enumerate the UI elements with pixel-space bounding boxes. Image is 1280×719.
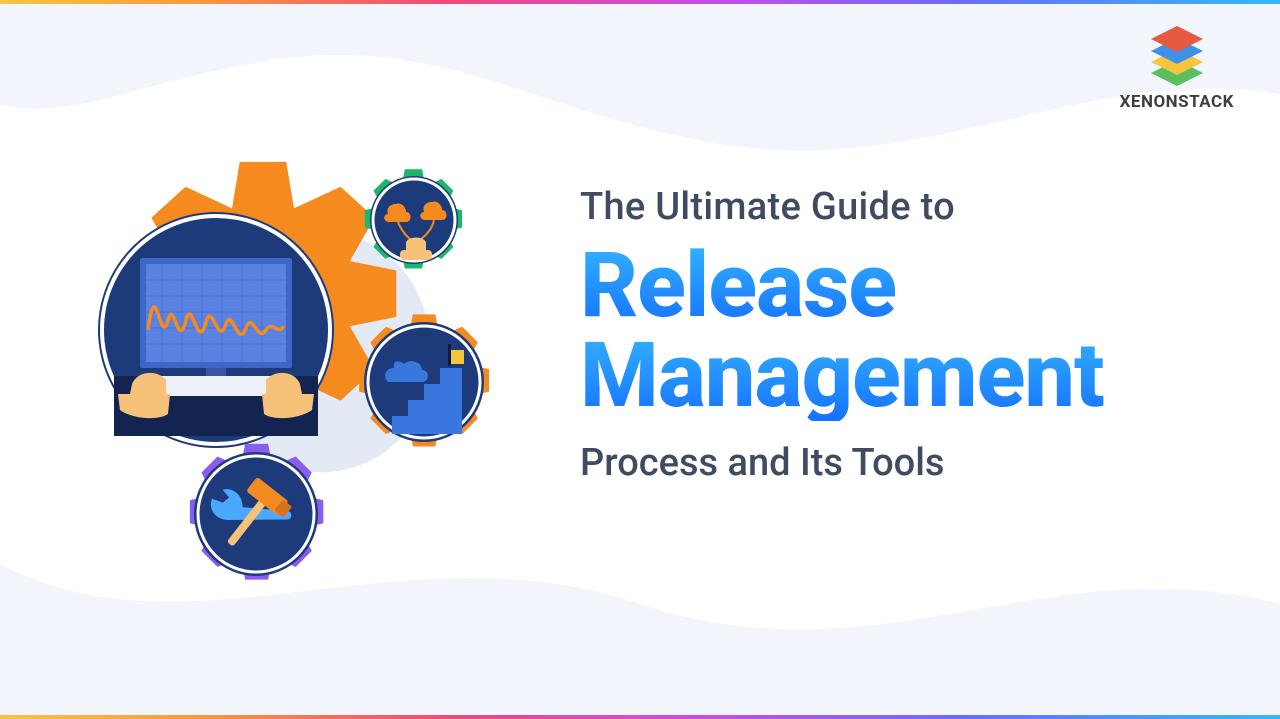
hero-illustration xyxy=(0,120,560,650)
hero-text: The Ultimate Guide to Release Management… xyxy=(580,185,1104,485)
hero-line-4: Process and Its Tools xyxy=(580,441,1104,485)
brand-name: XENONSTACK xyxy=(1120,92,1234,112)
hero-line-3: Management xyxy=(580,331,1104,421)
gear-stairs-icon xyxy=(359,314,489,446)
bottom-gradient-border xyxy=(0,715,1280,719)
hero-line-2: Release xyxy=(580,243,1104,329)
brand-logo: XENONSTACK xyxy=(1120,26,1234,112)
stacked-layers-icon xyxy=(1145,26,1209,86)
hero-line-1: The Ultimate Guide to xyxy=(580,185,1104,229)
gear-tools-icon xyxy=(190,444,323,580)
